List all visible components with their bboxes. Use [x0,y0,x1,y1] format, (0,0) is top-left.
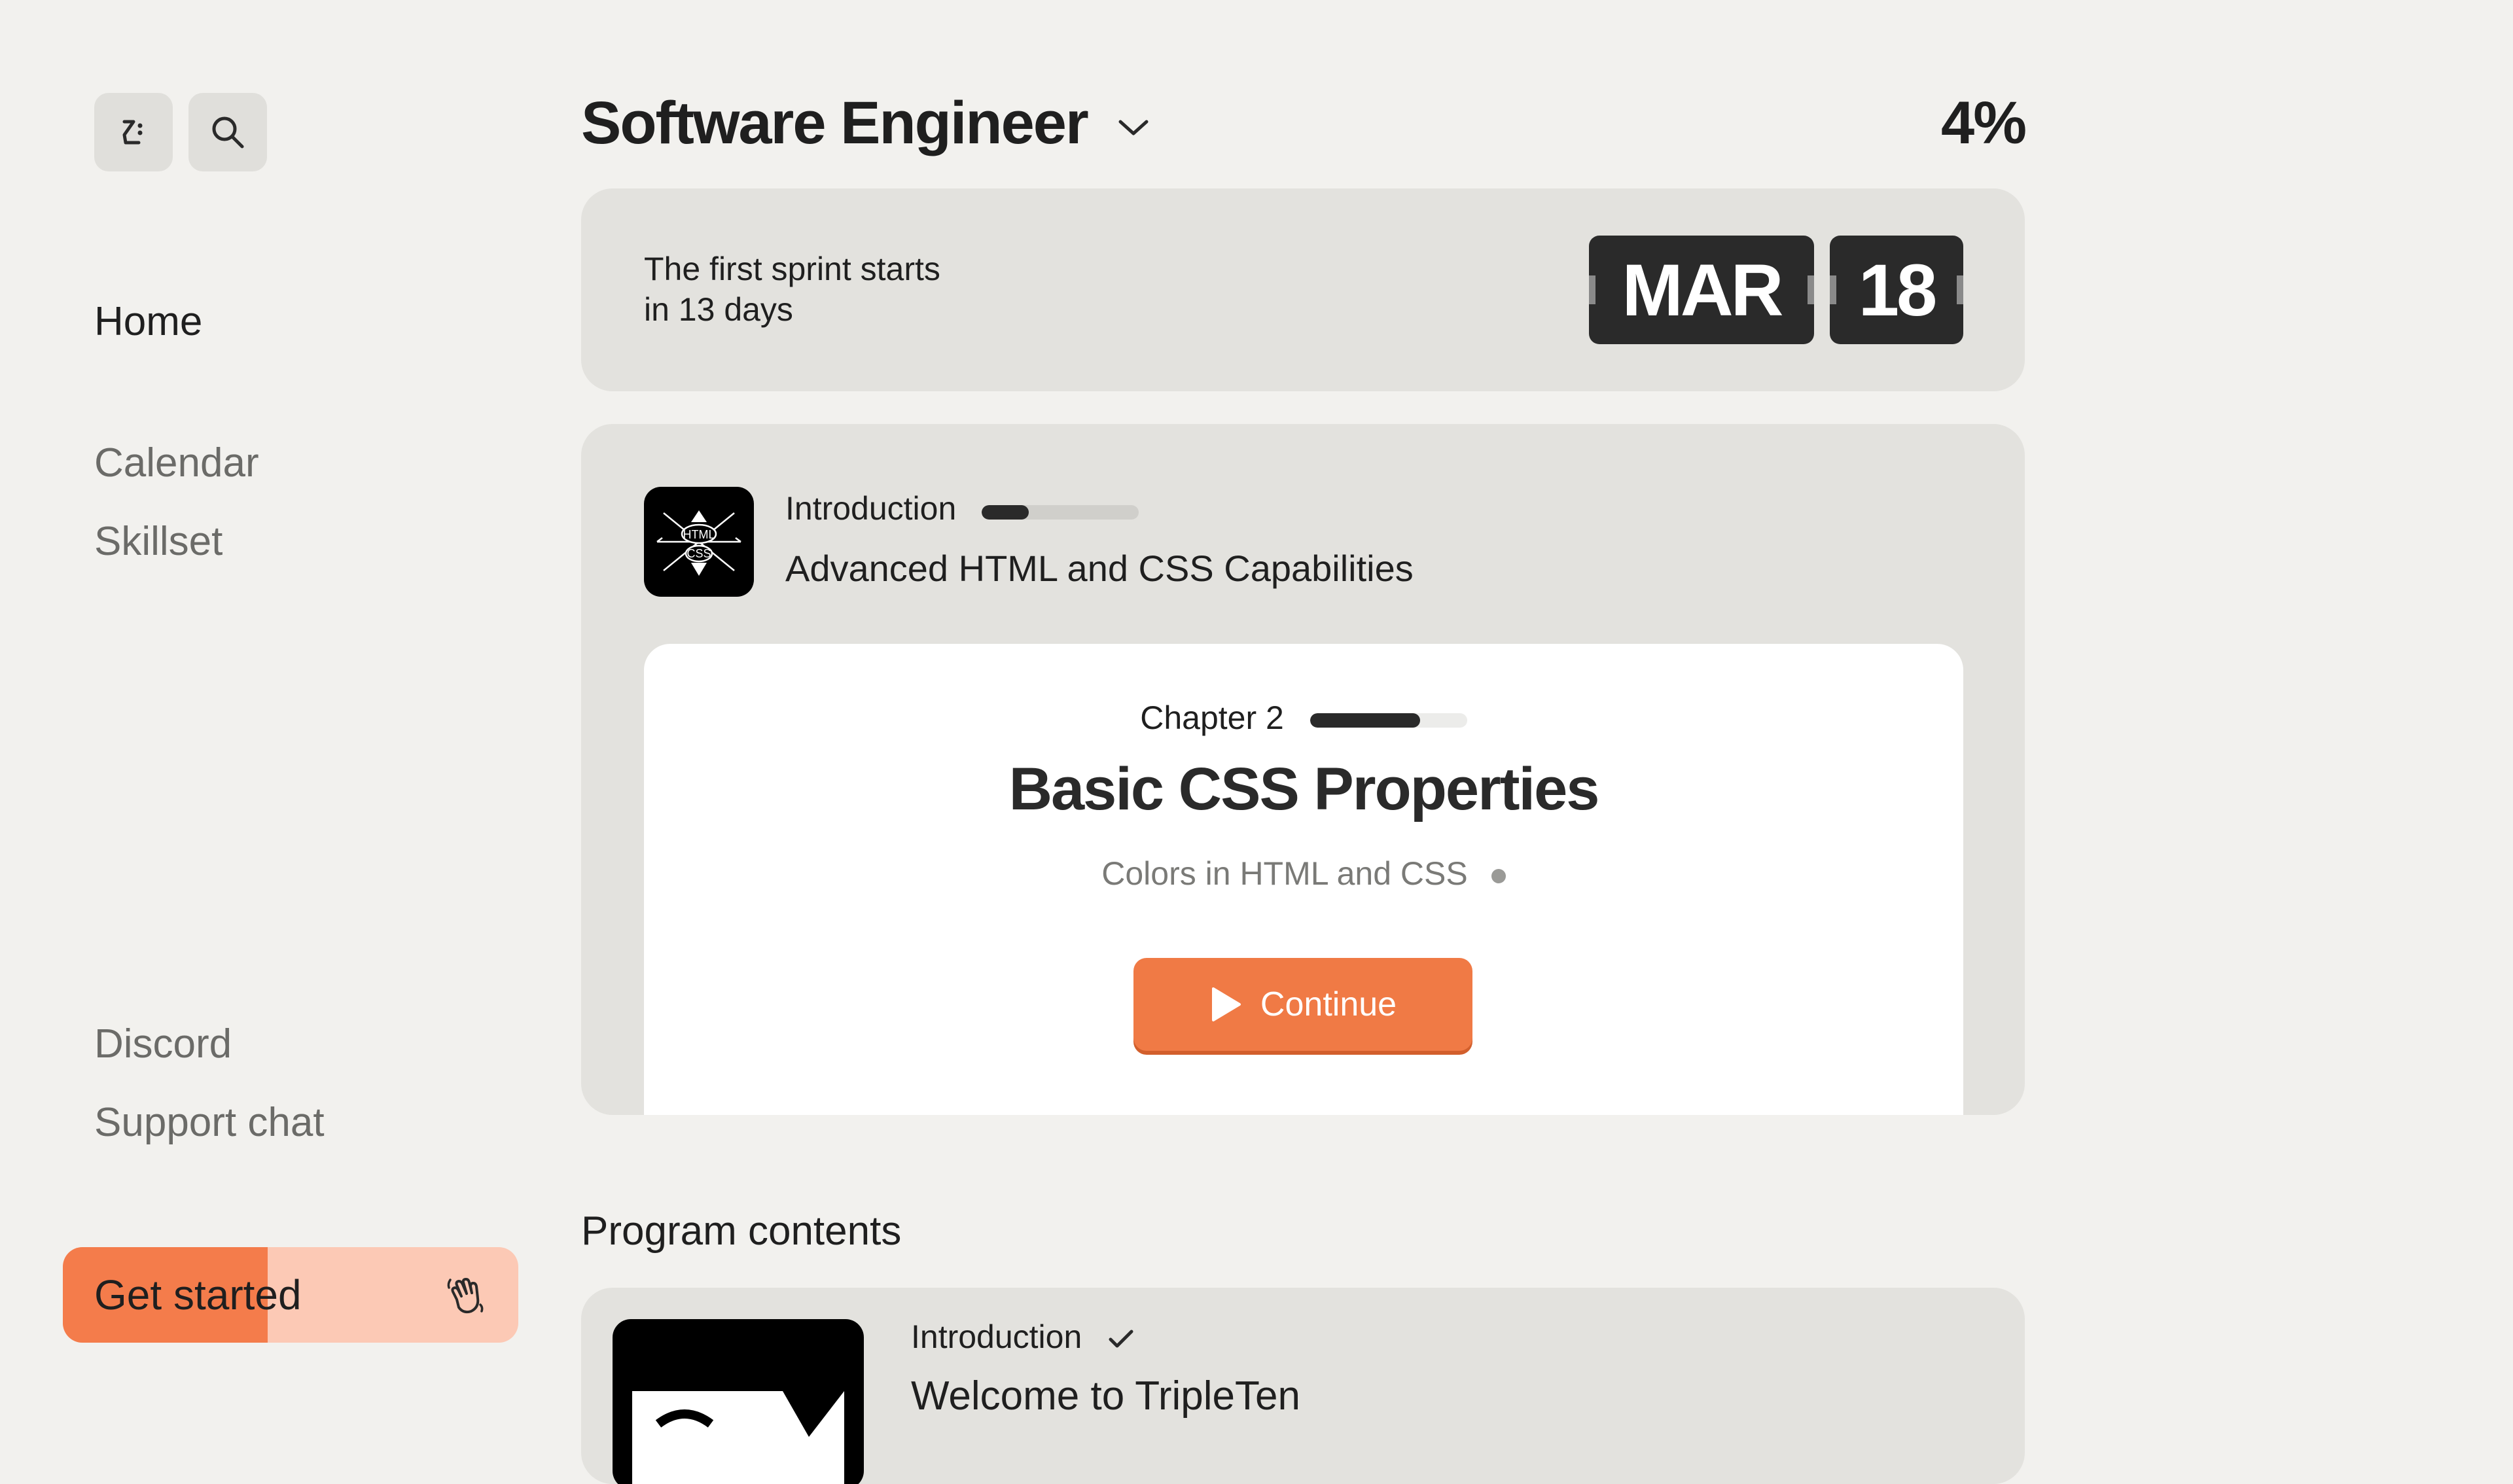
chapter-label: Chapter 2 [1140,699,1284,736]
course-title[interactable]: Advanced HTML and CSS Capabilities [785,547,1414,590]
date-day: 18 [1858,249,1938,331]
search-button[interactable] [188,93,267,171]
welcome-thumbnail [613,1319,864,1484]
svg-text:HTML: HTML [683,528,715,541]
program-item-section-label: Introduction [911,1318,1082,1355]
chapter-progress [1310,713,1467,728]
waving-hand-icon [447,1278,484,1314]
sprint-text-line2: in 13 days [644,291,793,328]
search-icon [212,116,244,149]
program-contents-title: Program contents [581,1209,902,1254]
sidebar-item-home[interactable]: Home [94,298,202,345]
sidebar-item-calendar[interactable]: Calendar [94,440,259,486]
get-started-label: Get started [94,1271,302,1318]
lesson-row: Colors in HTML and CSS [644,855,1963,892]
play-icon [1211,987,1241,1021]
get-started-button[interactable]: Get started [63,1247,518,1343]
lesson-title: Colors in HTML and CSS [1101,855,1468,892]
program-item-title: Welcome to TripleTen [911,1373,1300,1419]
program-title[interactable]: Software Engineer [581,89,1089,158]
sprint-card: The first sprint starts in 13 days MAR 1… [581,188,2025,391]
date-month-tile: MAR [1589,236,1814,344]
logo-button[interactable] [94,93,173,171]
check-icon [1109,1330,1133,1348]
program-item-section: Introduction [911,1318,1135,1356]
sidebar-item-discord[interactable]: Discord [94,1021,232,1067]
current-course-card: HTML CSS Introduction Advanced HTML and … [581,424,2025,1115]
course-section-progress [982,505,1139,520]
continue-label: Continue [1260,985,1397,1023]
lesson-status-dot [1491,868,1506,883]
date-day-tile: 18 [1830,236,1963,344]
tripleten-logo-icon [122,120,143,145]
course-section-label: Introduction [785,490,957,527]
sidebar-item-skillset[interactable]: Skillset [94,518,223,565]
sprint-text-line1: The first sprint starts [644,251,940,287]
program-contents-item[interactable]: Introduction Welcome to TripleTen [581,1288,2025,1484]
chevron-down-icon[interactable] [1116,116,1150,137]
date-month: MAR [1622,249,1783,331]
sidebar-item-support-chat[interactable]: Support chat [94,1099,325,1146]
chapter-row: Chapter 2 [644,699,1963,737]
html-css-course-icon: HTML CSS [644,487,754,597]
chapter-panel: Chapter 2 Basic CSS Properties Colors in… [644,644,1963,1115]
svg-text:CSS: CSS [686,547,711,560]
sprint-text: The first sprint starts in 13 days [644,249,940,330]
chapter-title: Basic CSS Properties [1008,756,1600,822]
continue-button[interactable]: Continue [1133,958,1472,1051]
program-progress-percent: 4% [1941,90,2027,156]
